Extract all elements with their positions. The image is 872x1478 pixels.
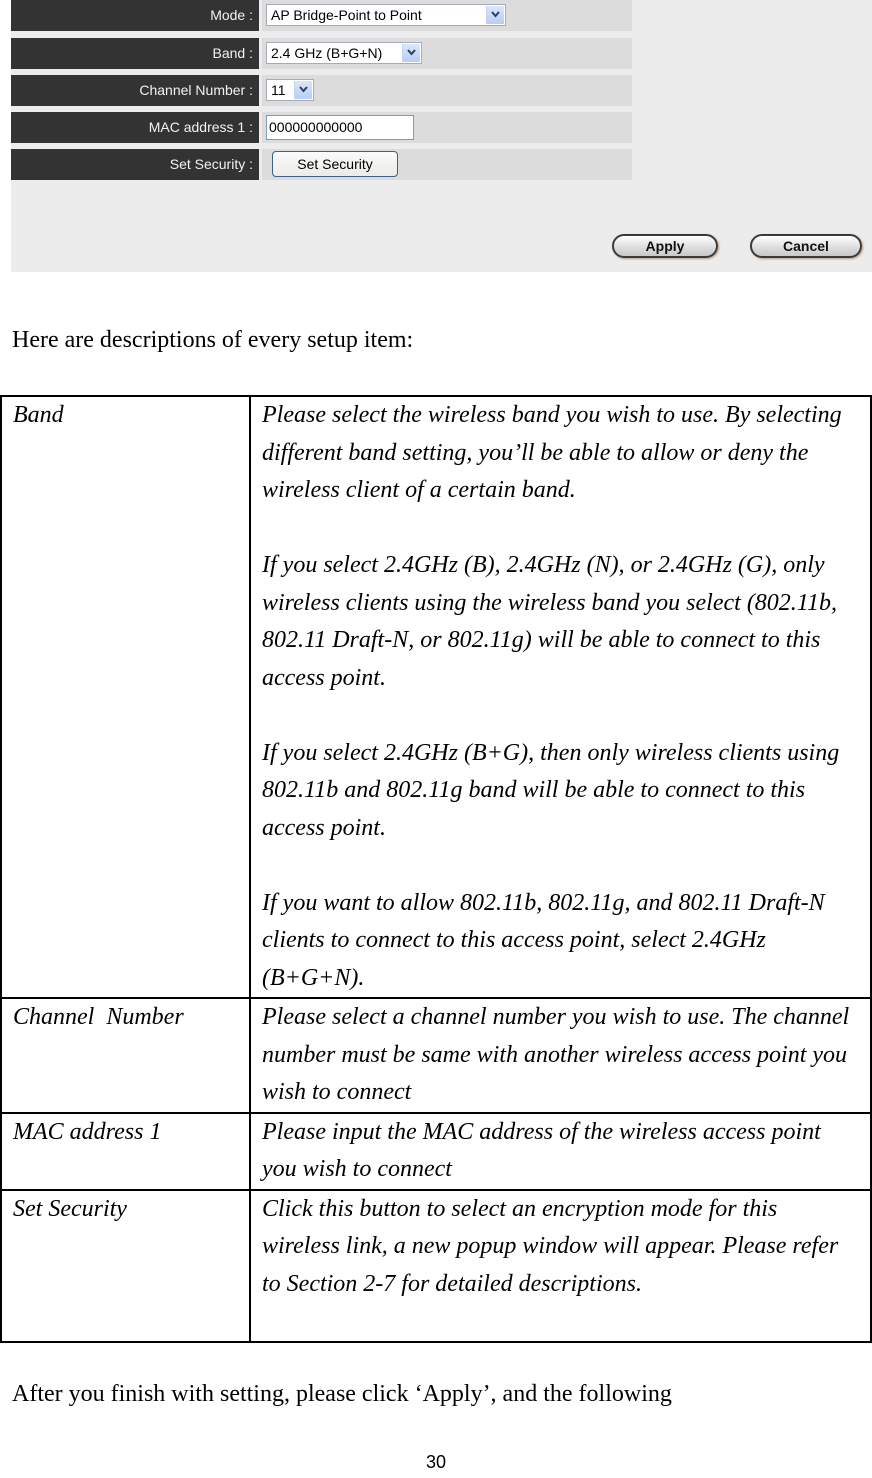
definition-paragraph: Please input the MAC address of the wire…	[262, 1118, 821, 1183]
form-row-set-security: Set Security : Set Security	[11, 149, 632, 180]
cancel-button[interactable]: Cancel	[750, 234, 862, 258]
chevron-down-icon	[486, 6, 504, 24]
definition-cell: Please input the MAC address of the wire…	[249, 1111, 872, 1191]
page-number: 30	[425, 1452, 447, 1472]
chevron-down-icon	[402, 44, 420, 62]
set-security-button[interactable]: Set Security	[272, 151, 398, 177]
set-security-label: Set Security :	[11, 149, 259, 180]
definition-paragraph: Click this button to select an encryptio…	[262, 1195, 839, 1297]
definition-paragraph: If you select 2.4GHz (B), 2.4GHz (N), or…	[262, 552, 838, 691]
definition-paragraph: If you select 2.4GHz (B+G), then only wi…	[262, 739, 840, 841]
table-row: MAC address 1 Please input the MAC addre…	[0, 1111, 872, 1191]
term-cell: Band	[0, 395, 251, 999]
definition-paragraph: Please select a channel number you wish …	[262, 1004, 850, 1105]
apply-button[interactable]: Apply	[612, 234, 718, 258]
form-row-mode: Mode : AP Bridge-Point to Point	[11, 0, 632, 31]
mode-select[interactable]: AP Bridge-Point to Point	[266, 4, 506, 26]
channel-number-label: Channel Number :	[11, 75, 259, 106]
channel-number-select[interactable]: 11	[266, 79, 314, 101]
mode-label: Mode :	[11, 0, 259, 31]
definition-paragraph: If you want to allow 802.11b, 802.11g, a…	[262, 889, 825, 991]
mac-address-label: MAC address 1 :	[11, 112, 259, 143]
setup-items-table: Band Please select the wireless band you…	[0, 395, 872, 1343]
form-row-channel-number: Channel Number : 11	[11, 75, 632, 106]
table-row: Band Please select the wireless band you…	[0, 395, 872, 999]
term-cell: Channel Number	[0, 997, 251, 1114]
mac-address-input[interactable]: 000000000000	[266, 115, 414, 140]
form-row-mac-address: MAC address 1 : 000000000000	[11, 112, 632, 143]
form-row-band: Band : 2.4 GHz (B+G+N)	[11, 38, 632, 69]
band-select[interactable]: 2.4 GHz (B+G+N)	[266, 42, 422, 64]
definition-paragraph: Please select the wireless band you wish…	[262, 402, 842, 503]
definition-cell: Please select the wireless band you wish…	[249, 395, 872, 999]
definition-cell: Please select a channel number you wish …	[249, 997, 872, 1114]
chevron-down-icon	[294, 81, 312, 99]
outro-text: After you finish with setting, please cl…	[12, 1381, 672, 1407]
intro-text: Here are descriptions of every setup ite…	[12, 327, 414, 353]
table-row: Channel Number Please select a channel n…	[0, 997, 872, 1114]
definition-cell: Click this button to select an encryptio…	[249, 1188, 872, 1343]
term-cell: MAC address 1	[0, 1111, 251, 1191]
band-label: Band :	[11, 38, 259, 69]
table-row: Set Security Click this button to select…	[0, 1188, 872, 1343]
term-cell: Set Security	[0, 1188, 251, 1343]
